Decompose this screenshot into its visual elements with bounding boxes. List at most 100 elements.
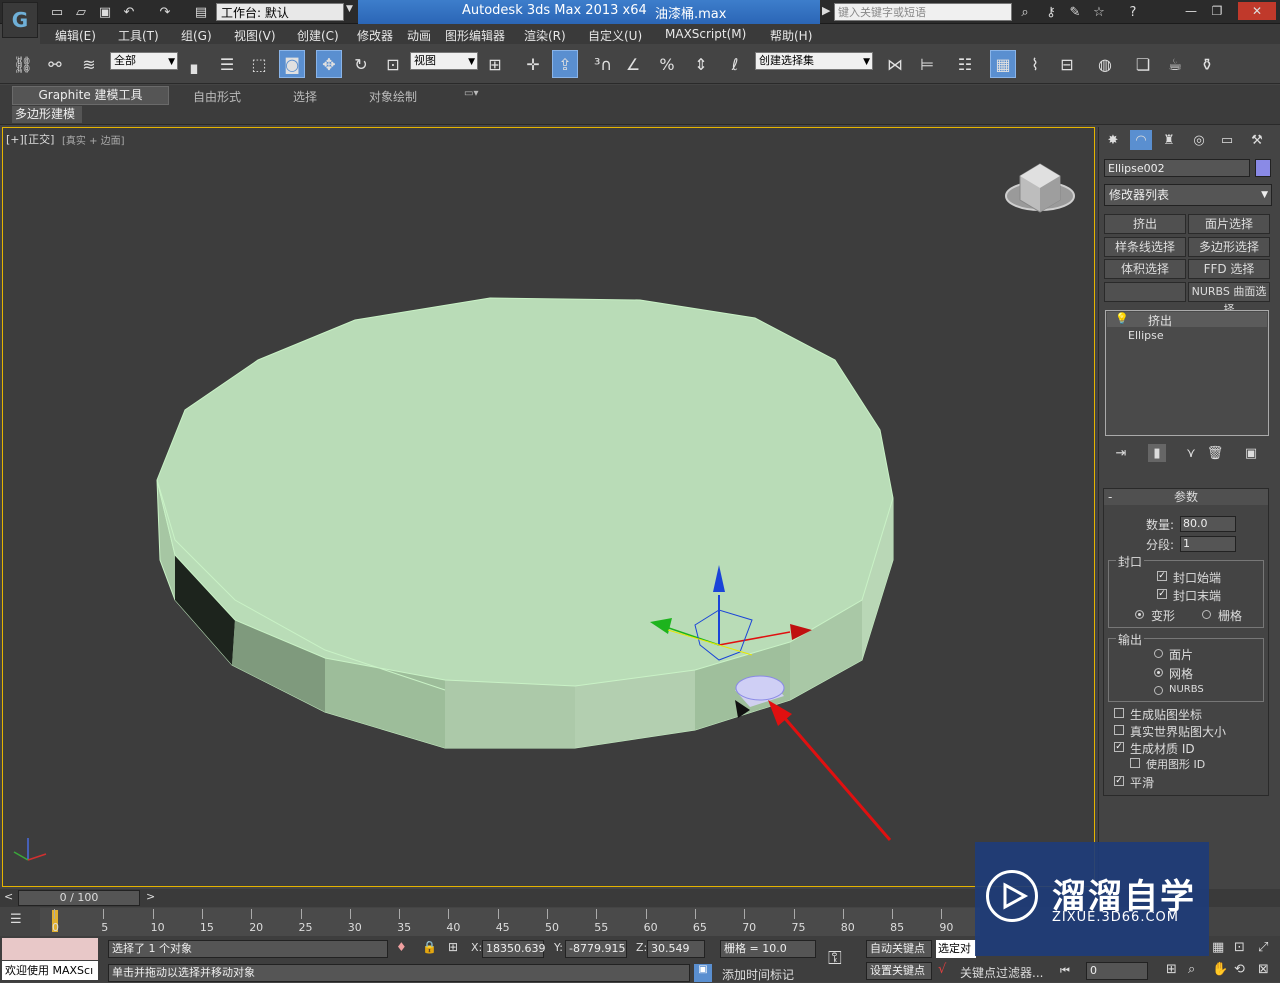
modifier-empty-button[interactable] xyxy=(1104,282,1186,302)
modifier-patch-select-button[interactable]: 面片选择 xyxy=(1188,214,1270,234)
timeline-tick: 30 xyxy=(347,921,362,934)
orbit-icon[interactable]: ⟲ xyxy=(1234,962,1245,977)
isolate-icon[interactable]: ♦ xyxy=(396,940,407,954)
timeline-tick-line xyxy=(842,909,844,919)
gen-map-checkbox[interactable] xyxy=(1114,708,1124,718)
modifier-poly-select-button[interactable]: 多边形选择 xyxy=(1188,237,1270,257)
smooth-checkbox[interactable]: ✓ xyxy=(1114,776,1124,786)
add-time-tag[interactable]: 添加时间标记 xyxy=(722,966,794,983)
modifier-ffd-select-button[interactable]: FFD 选择 xyxy=(1188,259,1270,279)
x-label: X: xyxy=(471,941,483,954)
cap-end-checkbox[interactable]: ✓ xyxy=(1157,589,1167,599)
lock-selection-icon[interactable]: 🔒 xyxy=(422,940,437,954)
stack-item-extrude[interactable] xyxy=(1107,312,1267,327)
viewcube-icon[interactable] xyxy=(1005,163,1075,213)
timeline-tick-line xyxy=(744,909,746,919)
zoom-extents-icon[interactable]: ▦ xyxy=(1212,940,1224,955)
real-world-checkbox[interactable] xyxy=(1114,725,1124,735)
selection-status: 选择了 1 个对象 xyxy=(108,940,388,958)
amount-spinner[interactable]: 80.0 xyxy=(1180,516,1236,532)
timeline-tick-line xyxy=(448,909,450,919)
capping-group-label: 封口 xyxy=(1116,553,1145,570)
mesh-radio[interactable] xyxy=(1154,668,1163,677)
next-frame-icon[interactable]: > xyxy=(146,890,155,903)
y-coord-field[interactable]: -8779.915 xyxy=(565,940,627,958)
create-tab-icon[interactable]: ✸ xyxy=(1102,130,1124,150)
pan-icon[interactable]: ✋ xyxy=(1212,962,1228,977)
pin-stack-icon[interactable]: ⇥ xyxy=(1112,444,1130,462)
key-icon[interactable]: ⚿ xyxy=(828,948,842,969)
real-world-label: 真实世界贴图大小 xyxy=(1130,725,1227,739)
cap-start-checkbox[interactable]: ✓ xyxy=(1157,571,1167,581)
segments-spinner[interactable]: 1 xyxy=(1180,536,1236,552)
show-end-result-icon[interactable]: ▮ xyxy=(1148,444,1166,462)
key-filters-button[interactable]: 关键点过滤器... xyxy=(960,964,1043,981)
timeline-tick-line xyxy=(694,909,696,919)
modify-tab-icon[interactable]: ◠ xyxy=(1130,130,1152,150)
modifier-list-dropdown[interactable]: 修改器列表 ▼ xyxy=(1104,184,1272,206)
time-slider-thumb[interactable]: 0 / 100 xyxy=(18,890,140,906)
output-group-label: 输出 xyxy=(1116,631,1145,648)
hierarchy-tab-icon[interactable]: ♜ xyxy=(1158,130,1180,150)
timeline-tick-line xyxy=(300,909,302,919)
set-key-button[interactable]: 设置关键点 xyxy=(866,962,932,980)
timeline-tick-line xyxy=(793,909,795,919)
timeline-tick: 50 xyxy=(545,921,559,934)
rollout-header[interactable]: - 参数 xyxy=(1104,489,1268,505)
object-color-swatch[interactable] xyxy=(1255,159,1271,177)
field-of-view-icon[interactable]: ⊡ xyxy=(1234,940,1245,955)
grid-size-label: 栅格 = 10.0 xyxy=(720,940,816,958)
auto-key-button[interactable]: 自动关键点 xyxy=(866,940,932,958)
viewport-toggle-icon[interactable]: ⊠ xyxy=(1258,962,1269,977)
morph-radio[interactable] xyxy=(1135,610,1144,619)
use-shape-checkbox[interactable] xyxy=(1130,758,1140,768)
segments-label: 分段: xyxy=(1146,538,1175,552)
extruded-ellipse-object[interactable] xyxy=(156,297,894,749)
track-bar[interactable] xyxy=(40,908,980,936)
morph-label: 变形 xyxy=(1151,609,1176,623)
time-tag-icon[interactable]: ▣ xyxy=(694,964,712,982)
stack-extrude-label[interactable]: 挤出 xyxy=(1148,312,1172,329)
maxscript-mini-listener[interactable]: 欢迎使用 MAXScı xyxy=(2,961,98,980)
configure-sets-icon[interactable]: ▣ xyxy=(1242,444,1260,462)
track-bar-icon[interactable]: ☰ xyxy=(10,912,22,927)
remove-modifier-icon[interactable]: 🗑 xyxy=(1206,444,1224,462)
modifier-nurbs-select-button[interactable]: NURBS 曲面选择 xyxy=(1188,282,1270,316)
timeline-tick: 60 xyxy=(643,921,658,934)
stack-ellipse-label[interactable]: Ellipse xyxy=(1128,329,1164,342)
bulb-icon[interactable]: 💡 xyxy=(1115,312,1129,325)
gen-mat-checkbox[interactable]: ✓ xyxy=(1114,742,1124,752)
maximize-viewport-icon[interactable]: ⤢ xyxy=(1258,940,1268,955)
timeline-tick-line xyxy=(892,909,894,919)
timeline-tick-line xyxy=(497,909,499,919)
goto-start-icon[interactable]: ⏮ xyxy=(1060,964,1070,978)
object-name-input[interactable]: Ellipse002 xyxy=(1104,159,1250,177)
display-tab-icon[interactable]: ▭ xyxy=(1216,130,1238,150)
motion-tab-icon[interactable]: ◎ xyxy=(1188,130,1210,150)
scene-svg xyxy=(13,163,1075,861)
modifier-extrude-button[interactable]: 挤出 xyxy=(1104,214,1186,234)
maxscript-listener-pink[interactable] xyxy=(2,938,98,960)
utilities-tab-icon[interactable]: ⚒ xyxy=(1246,130,1268,150)
patch-radio[interactable] xyxy=(1154,649,1163,658)
modifier-spline-select-button[interactable]: 样条线选择 xyxy=(1104,237,1186,257)
prev-frame-icon[interactable]: < xyxy=(4,890,13,903)
nurbs-label: NURBS xyxy=(1169,684,1204,695)
frame-field[interactable]: 0 xyxy=(1086,962,1148,980)
selected-dropdown[interactable]: 选定对 xyxy=(936,940,976,958)
x-coord-field[interactable]: 18350.639 xyxy=(482,940,546,958)
time-config-icon[interactable]: ⊞ xyxy=(1166,962,1177,977)
watermark-subtitle: ZIXUE.3D66.COM xyxy=(1052,910,1179,925)
modifier-vol-select-button[interactable]: 体积选择 xyxy=(1104,259,1186,279)
zoom-icon[interactable]: ⌕ xyxy=(1188,962,1195,977)
nurbs-radio[interactable] xyxy=(1154,686,1163,695)
gen-map-label: 生成贴图坐标 xyxy=(1130,708,1203,722)
z-coord-field[interactable]: 30.549 xyxy=(647,940,705,958)
timeline-tick: 40 xyxy=(446,921,461,934)
timeline-tick-line xyxy=(645,909,647,919)
key-mode-icon[interactable]: √ xyxy=(938,962,946,977)
make-unique-icon[interactable]: ⋎ xyxy=(1182,444,1200,462)
grid-radio[interactable] xyxy=(1202,610,1211,619)
use-shape-label: 使用图形 ID xyxy=(1146,758,1206,771)
absolute-mode-icon[interactable]: ⊞ xyxy=(448,940,458,954)
